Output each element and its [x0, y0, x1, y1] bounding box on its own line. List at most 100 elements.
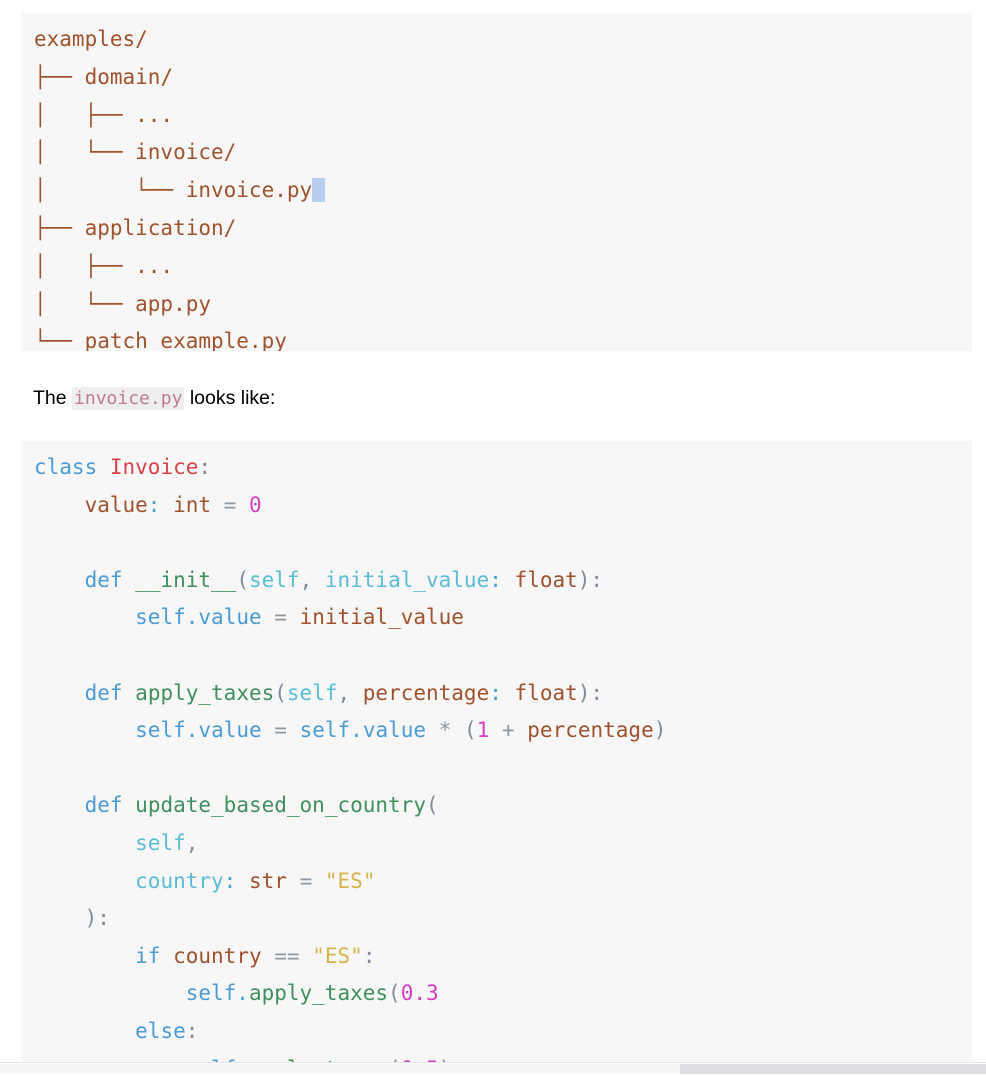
- code-token: percentage: [527, 718, 653, 742]
- code-line: [34, 756, 47, 780]
- directory-tree-code-block[interactable]: examples/ ├── domain/ │ ├── ... │ └── in…: [22, 13, 972, 351]
- code-token: [160, 493, 173, 517]
- code-token: :: [224, 869, 237, 893]
- scrollbar-thumb[interactable]: [680, 1064, 986, 1074]
- code-token: :: [489, 568, 502, 592]
- code-token: self: [186, 981, 237, 1005]
- code-line: [34, 530, 47, 554]
- tree-line: ├── application/: [34, 216, 236, 240]
- code-line: def __init__(self, initial_value: float)…: [34, 568, 603, 592]
- code-line: value: int = 0: [34, 493, 262, 517]
- code-token: [123, 681, 136, 705]
- code-line: [34, 643, 47, 667]
- code-token: update_based_on_country: [135, 793, 426, 817]
- code-token: .: [186, 605, 199, 629]
- inline-code-invoice-py: invoice.py: [72, 387, 184, 410]
- tree-line: │ └── app.py: [34, 292, 211, 316]
- tree-line-selected: │ └── invoice.py: [34, 178, 325, 202]
- code-token: str: [249, 869, 287, 893]
- code-token: .: [236, 981, 249, 1005]
- tree-line: │ ├── ...: [34, 103, 173, 127]
- code-token: initial_value: [325, 568, 489, 592]
- code-token: value: [363, 718, 426, 742]
- code-token: (: [464, 718, 477, 742]
- code-token: =: [300, 869, 313, 893]
- code-token: [34, 944, 135, 968]
- code-token: value: [85, 493, 148, 517]
- code-token: self: [135, 605, 186, 629]
- code-token: country: [135, 869, 224, 893]
- code-token: *: [439, 718, 452, 742]
- code-token: [34, 831, 135, 855]
- code-token: ): [578, 568, 591, 592]
- code-token: [160, 944, 173, 968]
- code-token: :: [363, 944, 376, 968]
- code-token: :: [489, 681, 502, 705]
- tree-line: examples/: [34, 27, 148, 51]
- code-token: [426, 718, 439, 742]
- code-line: class Invoice:: [34, 455, 211, 479]
- code-token: :: [590, 568, 603, 592]
- code-token: apply_taxes: [135, 681, 274, 705]
- code-line: def apply_taxes(self, percentage: float)…: [34, 681, 603, 705]
- code-token: 1: [477, 718, 490, 742]
- code-token: :: [590, 681, 603, 705]
- code-line: else:: [34, 1019, 198, 1043]
- code-token: [34, 793, 85, 817]
- code-token: if: [135, 944, 160, 968]
- code-token: ): [85, 906, 98, 930]
- code-token: +: [502, 718, 515, 742]
- code-token: self: [300, 718, 351, 742]
- code-token: [123, 793, 136, 817]
- tree-line: ├── domain/: [34, 65, 173, 89]
- code-token: [34, 568, 85, 592]
- code-token: :: [148, 493, 161, 517]
- code-token: [502, 568, 515, 592]
- code-token: ): [654, 718, 667, 742]
- code-token: 0.3: [401, 981, 439, 1005]
- code-token: [34, 906, 85, 930]
- code-token: =: [274, 718, 287, 742]
- python-code-block[interactable]: class Invoice: value: int = 0 def __init…: [22, 441, 972, 1075]
- code-token: [287, 605, 300, 629]
- page-root: examples/ ├── domain/ │ ├── ... │ └── in…: [0, 0, 986, 1074]
- code-token: (: [426, 793, 439, 817]
- code-token: float: [515, 681, 578, 705]
- code-token: def: [85, 681, 123, 705]
- code-line: ):: [34, 906, 110, 930]
- code-line: def update_based_on_country(: [34, 793, 439, 817]
- code-token: [312, 869, 325, 893]
- tree-line-text: │ └── invoice.py: [34, 178, 312, 202]
- code-token: "ES": [325, 869, 376, 893]
- tree-line: └── patch_example.py: [34, 329, 287, 351]
- code-token: self: [135, 718, 186, 742]
- code-line: country: str = "ES": [34, 869, 375, 893]
- code-token: "ES": [312, 944, 363, 968]
- code-token: [34, 681, 85, 705]
- code-token: [515, 718, 528, 742]
- code-token: [123, 568, 136, 592]
- code-token: self: [249, 568, 300, 592]
- code-token: =: [224, 493, 237, 517]
- code-token: [236, 493, 249, 517]
- code-token: .: [186, 718, 199, 742]
- code-token: [34, 1019, 135, 1043]
- code-token: (: [388, 981, 401, 1005]
- code-token: :: [186, 1019, 199, 1043]
- code-token: value: [198, 605, 261, 629]
- code-token: ): [578, 681, 591, 705]
- code-token: def: [85, 568, 123, 592]
- text-selection-highlight: [312, 178, 325, 202]
- code-line: self.value = initial_value: [34, 605, 464, 629]
- code-token: [489, 718, 502, 742]
- code-token: initial_value: [300, 605, 464, 629]
- code-token: self: [287, 681, 338, 705]
- prose-paragraph: The invoice.py looks like:: [33, 384, 275, 413]
- code-token: float: [515, 568, 578, 592]
- code-token: (: [274, 681, 287, 705]
- code-token: [287, 869, 300, 893]
- code-token: [287, 718, 300, 742]
- code-token: [34, 493, 85, 517]
- code-token: ,: [337, 681, 362, 705]
- code-token: [262, 605, 275, 629]
